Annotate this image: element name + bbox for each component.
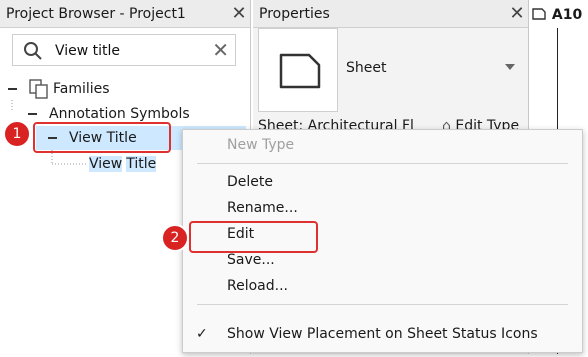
chevron-down-icon[interactable] bbox=[505, 64, 515, 70]
checkmark-icon: ✓ bbox=[196, 326, 208, 342]
close-icon[interactable]: ✕ bbox=[506, 3, 528, 24]
view-tab[interactable]: A10 bbox=[531, 6, 582, 23]
view-tab-label: A10 bbox=[551, 7, 583, 23]
properties-title: Properties bbox=[259, 5, 330, 22]
menu-separator bbox=[197, 163, 568, 164]
menu-item-save[interactable]: Save... bbox=[227, 252, 275, 268]
menu-item-show-view-placement[interactable]: Show View Placement on Sheet Status Icon… bbox=[227, 326, 538, 342]
menu-item-new-type[interactable]: New Type bbox=[227, 137, 294, 153]
type-selector-label[interactable]: Sheet bbox=[346, 60, 386, 76]
menu-item-reload[interactable]: Reload... bbox=[227, 278, 288, 294]
annotation-step-2-badge: 2 bbox=[161, 224, 189, 252]
menu-item-delete[interactable]: Delete bbox=[227, 174, 273, 190]
annotation-step-1-badge: 1 bbox=[3, 120, 31, 148]
sheet-icon bbox=[532, 8, 546, 20]
menu-separator bbox=[197, 304, 568, 305]
annotation-highlight-box-2 bbox=[189, 221, 318, 253]
tree-label-annotation-symbols: Annotation Symbols bbox=[49, 106, 190, 122]
properties-titlebar: Properties ✕ bbox=[253, 0, 528, 28]
collapse-icon[interactable] bbox=[28, 113, 37, 115]
tree-node-view-title-child[interactable]: View Title bbox=[89, 153, 157, 175]
type-thumbnail bbox=[258, 28, 338, 112]
annotation-highlight-box-1 bbox=[33, 122, 171, 153]
tree-label-child-part1: View bbox=[89, 156, 123, 172]
sheet-icon bbox=[279, 53, 321, 89]
menu-item-rename[interactable]: Rename... bbox=[227, 200, 298, 216]
tree-label-child-part2: Title bbox=[126, 156, 157, 172]
